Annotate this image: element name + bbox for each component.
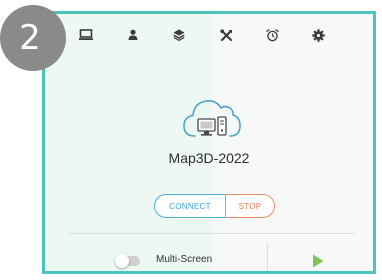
footer-divider [69, 233, 355, 234]
layers-icon[interactable] [169, 25, 189, 45]
multi-screen-toggle[interactable] [115, 254, 140, 268]
stop-button[interactable]: STOP [225, 194, 275, 218]
connection-buttons: CONNECT STOP [154, 194, 275, 218]
step-number-badge: 2 [0, 5, 66, 71]
monitor-icon[interactable] [76, 25, 96, 45]
footer-separator [267, 244, 268, 271]
user-icon[interactable] [123, 25, 143, 45]
app-name: Map3D-2022 [168, 150, 250, 166]
screen: 2 Map3D-2022 CONNECT STOP Multi-Screen [0, 0, 382, 280]
play-icon[interactable] [311, 253, 325, 269]
cloud-computer-icon [183, 99, 241, 137]
tools-icon[interactable] [216, 25, 236, 45]
toggle-knob [115, 254, 129, 268]
alarm-clock-icon[interactable] [262, 25, 282, 45]
multi-screen-label: Multi-Screen [156, 254, 213, 265]
gear-icon[interactable] [308, 25, 328, 45]
connect-button[interactable]: CONNECT [154, 194, 225, 218]
step-number: 2 [19, 18, 41, 58]
launcher-panel: Map3D-2022 CONNECT STOP Multi-Screen [42, 11, 376, 274]
toolbar [45, 14, 373, 58]
